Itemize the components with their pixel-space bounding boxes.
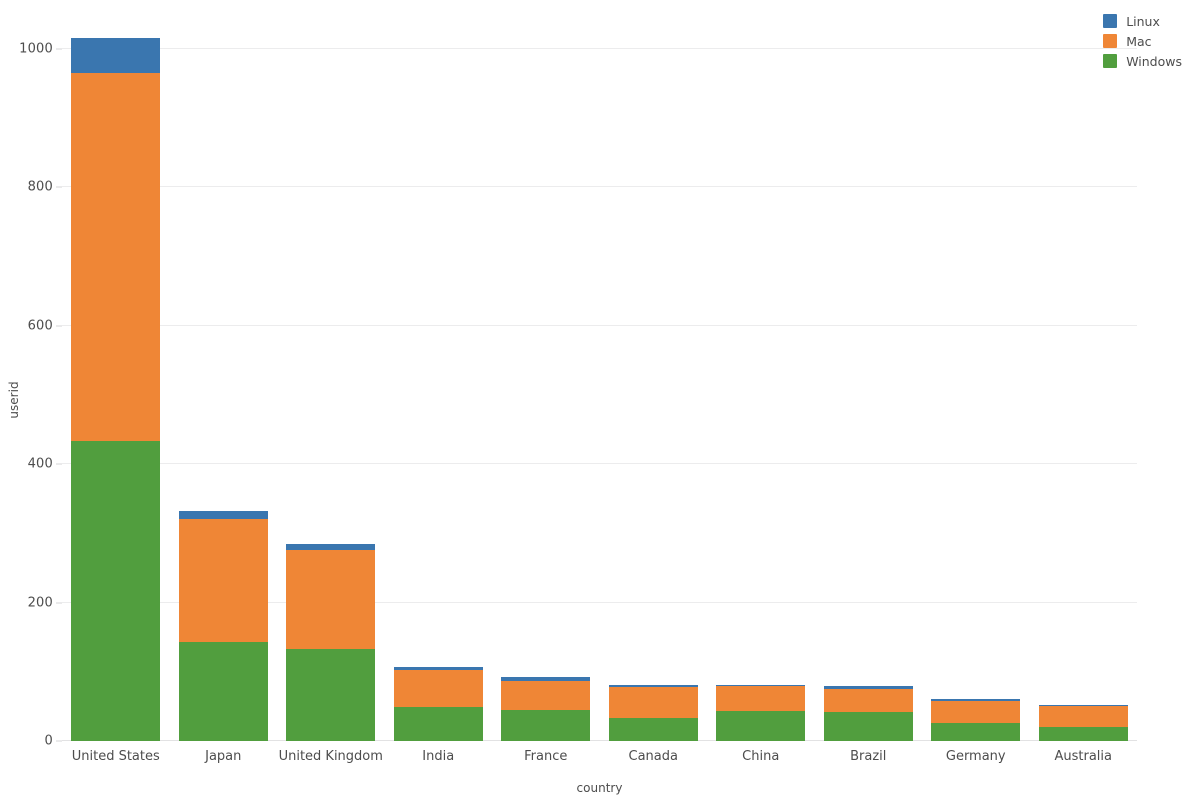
bar-segment-windows[interactable] [286,648,376,741]
legend-swatch-icon [1103,34,1118,48]
bar-group[interactable] [501,14,591,741]
x-axis-tick-label: United Kingdom [278,749,383,764]
bar-group[interactable] [178,14,268,741]
legend-item[interactable]: Windows [1103,53,1182,69]
bar-segment-windows[interactable] [393,707,483,741]
x-axis: United States Japan United Kingdom India Fra… [62,741,1137,800]
x-axis-tick-label: Japan [205,749,242,764]
bar-group[interactable] [1038,14,1128,741]
plot-area [62,14,1137,741]
bar-segment-mac[interactable] [393,669,483,708]
legend-item-label: Mac [1126,33,1152,49]
bar-group[interactable] [716,14,806,741]
bar-segment-linux[interactable] [393,666,483,670]
x-axis-tick-label: India [422,749,455,764]
bar-group[interactable] [931,14,1021,741]
legend-item-label: Linux [1126,13,1160,29]
bar-segment-linux[interactable] [1038,705,1128,707]
x-axis-tick-label: China [742,749,780,764]
bar-segment-mac[interactable] [71,72,161,442]
bar-segment-windows[interactable] [931,723,1021,741]
bar-segment-linux[interactable] [286,543,376,550]
stacked-bar-chart: userid 0 200 400 600 800 1000 United States Ja… [0,0,1200,800]
bar-segment-windows[interactable] [823,711,913,741]
bar-segment-mac[interactable] [501,681,591,710]
legend-swatch-icon [1103,54,1118,68]
bar-segment-mac[interactable] [931,700,1021,723]
bar-segment-windows[interactable] [716,711,806,741]
bar-segment-windows[interactable] [608,718,698,741]
bar-group[interactable] [608,14,698,741]
bar-segment-linux[interactable] [716,684,806,687]
bar-segment-mac[interactable] [608,687,698,719]
y-axis-title: userid [7,381,21,419]
bar-group[interactable] [71,14,161,741]
x-axis-tick-label: Australia [1054,749,1113,764]
y-axis-tick-label: 800 [27,179,53,195]
x-axis-tick-label: Canada [628,749,678,764]
legend-swatch-icon [1103,14,1118,28]
bar-segment-linux[interactable] [608,684,698,687]
bar-segment-windows[interactable] [501,709,591,741]
x-axis-tick-label: France [524,749,568,764]
x-axis-tick-label: United States [71,749,160,764]
y-axis-tick-label: 1000 [19,41,53,57]
bar-segment-mac[interactable] [823,689,913,712]
bar-segment-linux[interactable] [71,38,161,73]
bar-series-container [62,14,1137,741]
y-axis-tick-label: 400 [27,456,53,472]
y-axis-tick-label: 200 [27,595,53,611]
x-axis-title: country [576,781,623,795]
bar-group[interactable] [823,14,913,741]
bar-segment-windows[interactable] [178,642,268,741]
bar-group[interactable] [286,14,376,741]
legend-item[interactable]: Mac [1103,33,1182,49]
bar-segment-mac[interactable] [178,518,268,642]
y-axis-tick-label: 0 [44,733,53,749]
x-axis-tick-label: Brazil [850,749,887,764]
bar-group[interactable] [393,14,483,741]
x-axis-tick-label: Germany [945,749,1006,764]
bar-segment-windows[interactable] [1038,727,1128,741]
bar-segment-mac[interactable] [716,686,806,712]
bar-segment-mac[interactable] [286,549,376,649]
bar-segment-mac[interactable] [1038,706,1128,728]
bar-segment-linux[interactable] [501,676,591,682]
y-axis: userid 0 200 400 600 800 1000 [0,0,62,800]
bar-segment-windows[interactable] [71,441,161,741]
bar-segment-linux[interactable] [178,511,268,519]
legend-item-label: Windows [1126,53,1182,69]
legend: Linux Mac Windows [1095,8,1192,74]
y-axis-tick-label: 600 [27,318,53,334]
bar-segment-linux[interactable] [823,685,913,690]
legend-item[interactable]: Linux [1103,13,1182,29]
bar-segment-linux[interactable] [931,698,1021,701]
